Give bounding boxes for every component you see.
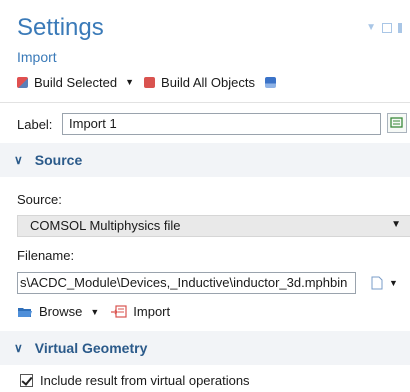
browse-label: Browse — [39, 304, 83, 319]
include-virtual-checkbox[interactable] — [20, 374, 33, 387]
source-section-title: Source — [34, 152, 83, 168]
chevron-down-icon[interactable]: ▼ — [125, 77, 134, 87]
label-input[interactable]: Import 1 — [62, 113, 381, 135]
file-options[interactable]: ▼ — [371, 276, 398, 290]
build-all-button[interactable]: Build All Objects — [144, 75, 255, 90]
virtual-geometry-section-header[interactable]: ∨ Virtual Geometry — [0, 331, 410, 365]
toolbar: Build Selected ▼ Build All Objects — [17, 72, 276, 92]
build-all-label: Build All Objects — [161, 74, 255, 90]
graphics-icon[interactable] — [264, 76, 276, 88]
chevron-down-icon: ▼ — [90, 306, 100, 317]
source-select-value: COMSOL Multiphysics file — [30, 218, 181, 233]
file-icon — [371, 276, 383, 290]
label-field-label: Label: — [17, 117, 53, 132]
page-title: Settings — [17, 14, 104, 41]
filename-input[interactable]: s\ACDC_Module\Devices,_Inductive\inducto… — [17, 272, 356, 294]
file-actions: Browse ▼ Import — [17, 304, 170, 319]
build-all-icon — [144, 76, 156, 88]
build-selected-icon — [17, 76, 28, 88]
chevron-down-icon: ▼ — [389, 278, 398, 288]
chevron-down-icon: ▼ — [391, 219, 401, 230]
source-section-header[interactable]: ∨ Source — [0, 143, 410, 177]
browse-button[interactable]: Browse ▼ — [17, 304, 99, 319]
filename-label: Filename: — [17, 248, 75, 263]
page-subtitle: Import — [17, 49, 57, 65]
chevron-down-icon: ∨ — [14, 153, 23, 167]
restore-icon[interactable] — [382, 22, 392, 33]
virtual-operations-row: Include result from virtual operations — [20, 373, 250, 388]
divider — [0, 102, 410, 103]
build-selected-label: Build Selected — [34, 74, 118, 90]
pin-icon[interactable] — [398, 22, 402, 33]
folder-icon — [18, 307, 32, 317]
edit-label-button[interactable] — [387, 113, 407, 133]
import-icon — [111, 305, 127, 318]
dropdown-arrow-icon[interactable]: ▼ — [366, 22, 376, 33]
import-button[interactable]: Import — [111, 304, 170, 319]
build-selected-button[interactable]: Build Selected ▼ — [17, 75, 134, 90]
edit-note-icon — [390, 117, 403, 128]
source-label: Source: — [17, 192, 62, 207]
window-controls: ▼ — [366, 22, 402, 33]
import-label: Import — [133, 304, 171, 319]
virtual-geometry-section-title: Virtual Geometry — [34, 340, 148, 356]
include-virtual-label: Include result from virtual operations — [40, 373, 250, 388]
source-select[interactable]: COMSOL Multiphysics file ▼ — [17, 215, 410, 237]
chevron-down-icon: ∨ — [14, 341, 23, 355]
